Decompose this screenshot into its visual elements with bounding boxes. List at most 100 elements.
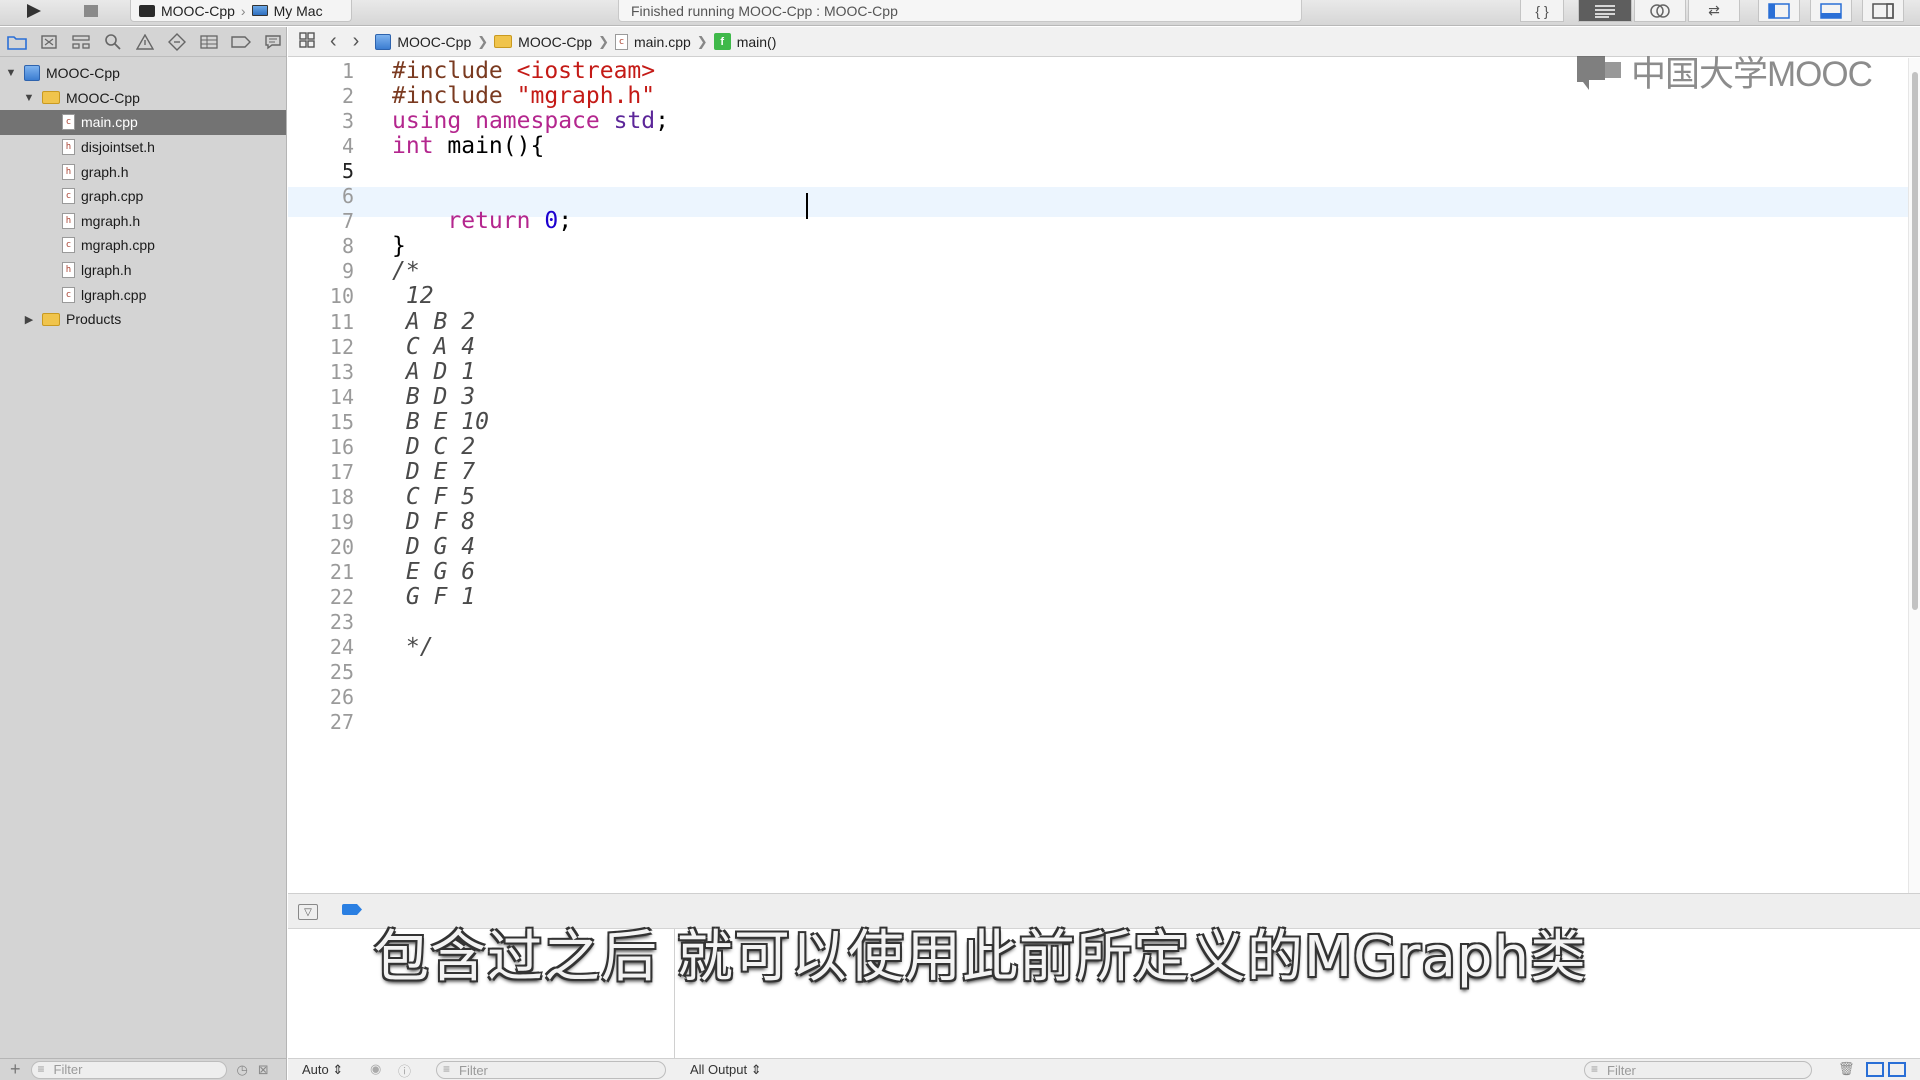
line-number: 20: [329, 534, 354, 559]
recent-files-icon[interactable]: ◷: [237, 1062, 248, 1078]
source-editor[interactable]: 1 2 3 4 5 6 7 8 9 10 11 12 13 14 15 16 17 18 19 20 21 22 23 24 2…: [288, 58, 1908, 893]
xcode-project-icon: [24, 65, 40, 82]
jump-group[interactable]: MOOC-Cpp: [494, 34, 592, 50]
cpp-file-icon: c: [62, 237, 75, 254]
group-name: MOOC-Cpp: [66, 89, 140, 106]
jump-file[interactable]: c main.cpp: [614, 33, 691, 50]
console-filter-input[interactable]: Filter: [1584, 1061, 1812, 1079]
tree-row-project[interactable]: ▼ MOOC-Cpp: [0, 61, 286, 86]
run-button[interactable]: [14, 0, 54, 22]
folder-icon: [42, 91, 60, 105]
breakpoint-icon[interactable]: [228, 31, 254, 53]
diamond-icon[interactable]: [164, 31, 190, 53]
products-name: Products: [66, 311, 122, 328]
debug-list-icon[interactable]: [196, 31, 222, 53]
output-select[interactable]: All Output ⇕: [690, 1062, 762, 1078]
assistant-editor-button[interactable]: [1634, 0, 1686, 22]
toggle-debug-area-button[interactable]: [1810, 0, 1852, 22]
warning-icon[interactable]: [132, 31, 158, 53]
file-name: lgraph.h: [81, 262, 132, 279]
tree-row-products[interactable]: ▶ Products: [0, 307, 286, 332]
variables-filter-input[interactable]: Filter: [436, 1061, 666, 1079]
folder-tab-icon[interactable]: [4, 31, 30, 53]
line-number: 6: [341, 184, 354, 209]
add-icon[interactable]: +: [10, 1059, 21, 1080]
jump-project-label: MOOC-Cpp: [397, 33, 472, 50]
line-number: 19: [329, 509, 354, 534]
hierarchy-tab-icon[interactable]: [68, 31, 94, 53]
tree-row-file[interactable]: c main.cpp: [0, 110, 286, 135]
related-items-icon[interactable]: [298, 31, 318, 52]
line-number: 25: [329, 660, 354, 685]
tree-row-file[interactable]: h disjointset.h: [0, 135, 286, 160]
file-name: graph.h: [81, 163, 129, 180]
editor-scrollbar[interactable]: [1908, 58, 1920, 893]
code-line: C A 4: [392, 333, 476, 360]
standard-editor-button[interactable]: [1578, 0, 1632, 22]
version-editor-button[interactable]: ⇄: [1688, 0, 1740, 22]
line-number: 14: [329, 384, 354, 409]
disclosure-down-icon[interactable]: ▼: [4, 67, 18, 79]
split-right-icon[interactable]: [1888, 1062, 1906, 1077]
trash-icon[interactable]: 🗑: [1838, 1061, 1855, 1077]
watermark-text: 中国大学MOOC: [1631, 55, 1873, 94]
info-icon[interactable]: ⓘ: [398, 1061, 411, 1080]
cpp-file-icon: c: [614, 33, 628, 50]
disclosure-right-icon[interactable]: ▶: [22, 313, 36, 326]
tree-row-file[interactable]: h lgraph.h: [0, 258, 286, 283]
auto-variables-select[interactable]: Auto ⇕: [302, 1062, 343, 1078]
tree-row-file[interactable]: h graph.h: [0, 159, 286, 184]
tree-row-group[interactable]: ▼ MOOC-Cpp: [0, 86, 286, 111]
chevron-right-icon: ❯: [598, 33, 609, 49]
disclosure-down-icon[interactable]: ▼: [22, 92, 36, 104]
header-file-icon: h: [62, 163, 75, 180]
tree-row-file[interactable]: c mgraph.cpp: [0, 233, 286, 258]
stop-button[interactable]: [76, 0, 106, 22]
split-left-icon[interactable]: [1866, 1062, 1884, 1077]
mac-icon: [251, 5, 268, 16]
code-line: E G 6: [392, 559, 476, 585]
xcode-project-icon: [375, 33, 392, 50]
chevron-right-icon: ❯: [477, 33, 489, 49]
scrollbar-thumb[interactable]: [1912, 72, 1918, 610]
jump-group-label: MOOC-Cpp: [518, 33, 593, 50]
header-file-icon: h: [62, 139, 75, 156]
search-icon[interactable]: [100, 31, 126, 53]
eye-icon[interactable]: ◉: [370, 1061, 381, 1077]
jump-project[interactable]: MOOC-Cpp: [375, 33, 472, 50]
jump-symbol[interactable]: f main(): [713, 33, 776, 50]
code-snippet-button[interactable]: { }: [1520, 0, 1564, 22]
line-number: 2: [341, 84, 354, 109]
code-line: G F 1: [392, 584, 476, 611]
function-icon: f: [713, 33, 731, 50]
filter-placeholder: Filter: [1607, 1062, 1636, 1078]
line-number: 8: [341, 234, 354, 259]
status-text: Finished running MOOC-Cpp : MOOC-Cpp: [631, 2, 898, 19]
cpp-file-icon: c: [62, 188, 75, 205]
line-number: 5: [341, 159, 354, 184]
line-number: 15: [329, 409, 354, 434]
line-number: 22: [329, 585, 354, 610]
code-line: B E 10: [392, 408, 489, 435]
source-control-filter-icon[interactable]: ⊠: [258, 1062, 269, 1078]
file-tree: ▼ MOOC-Cpp ▼ MOOC-Cpp c main.cpp h disjoint…: [0, 57, 286, 332]
toggle-utilities-button[interactable]: [1862, 0, 1904, 22]
tree-row-file[interactable]: c lgraph.cpp: [0, 282, 286, 307]
forward-button[interactable]: ›: [353, 30, 360, 53]
tree-row-file[interactable]: h mgraph.h: [0, 209, 286, 234]
file-name: graph.cpp: [81, 188, 144, 205]
line-number: 23: [329, 610, 354, 635]
line-number: 12: [329, 334, 354, 359]
code-line: #include "mgraph.h": [392, 83, 656, 110]
line-number: 3: [341, 109, 354, 134]
tree-row-file[interactable]: c graph.cpp: [0, 184, 286, 209]
toolbar: MOOC-Cpp › My Mac Finished running MOOC-…: [0, 0, 1920, 26]
navigator-filter-input[interactable]: Filter: [30, 1060, 227, 1079]
toggle-navigator-button[interactable]: [1758, 0, 1800, 22]
scheme-selector[interactable]: MOOC-Cpp › My Mac: [130, 0, 352, 22]
back-button[interactable]: ‹: [330, 30, 337, 53]
folder-icon: [42, 312, 60, 326]
report-icon[interactable]: [260, 31, 286, 53]
source-control-tab-icon[interactable]: [36, 31, 62, 53]
line-number: 10: [329, 284, 354, 309]
